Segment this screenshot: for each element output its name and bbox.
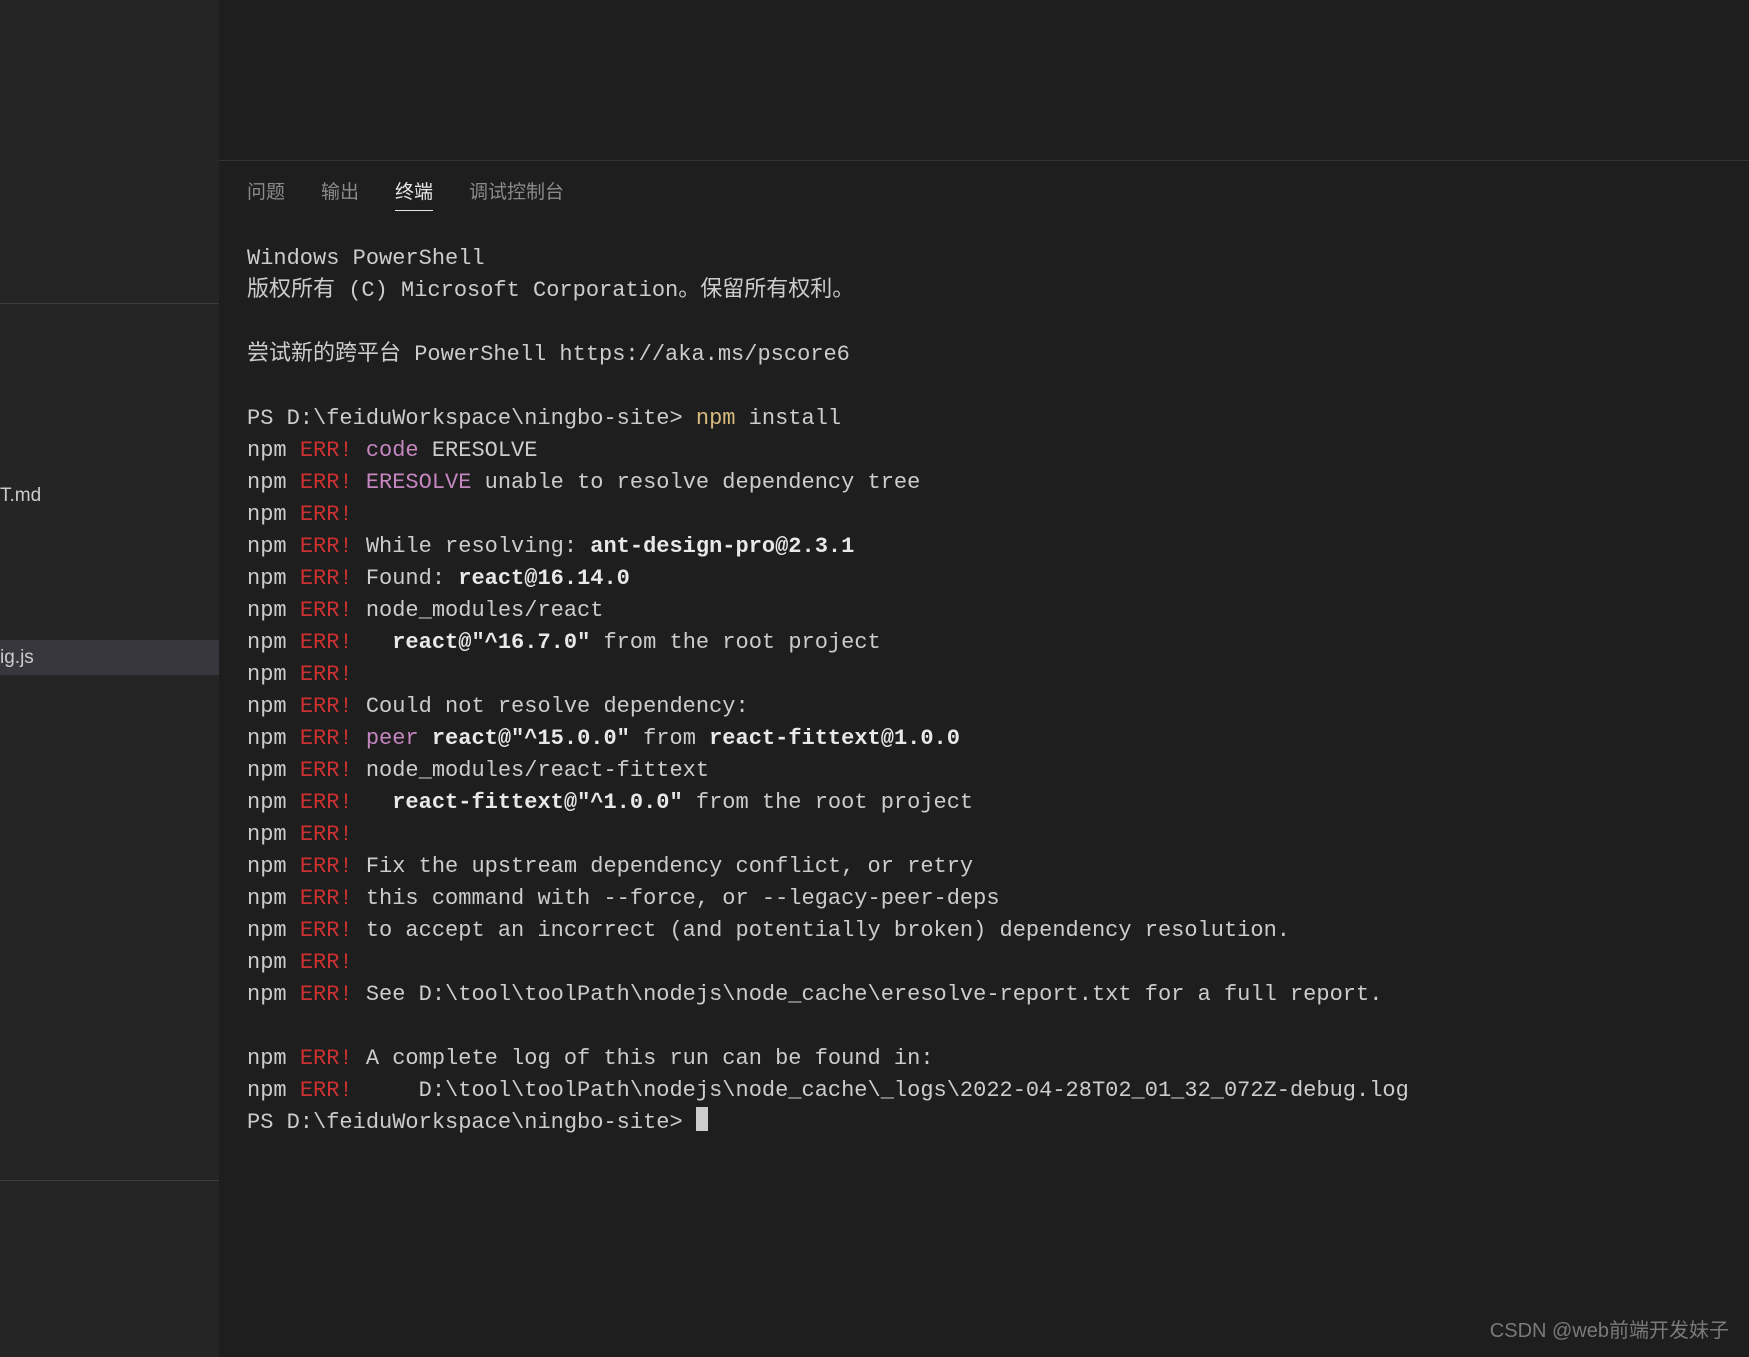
terminal-cursor[interactable] (696, 1107, 708, 1131)
terminal-text: While resolving: (353, 534, 591, 559)
npm-label: npm (247, 886, 300, 911)
terminal-text: this command with --force, or --legacy-p… (353, 886, 1000, 911)
err-label: ERR! (300, 822, 353, 847)
err-label: ERR! (300, 470, 353, 495)
terminal-command: install (735, 406, 841, 431)
npm-label: npm (247, 470, 300, 495)
err-label: ERR! (300, 694, 353, 719)
terminal-text: from the root project (590, 630, 880, 655)
npm-label: npm (247, 566, 300, 591)
npm-label: npm (247, 694, 300, 719)
err-label: ERR! (300, 566, 353, 591)
terminal-bold: react@"^16.7.0" (392, 630, 590, 655)
err-label: ERR! (300, 1078, 353, 1103)
err-label: ERR! (300, 982, 353, 1007)
npm-label: npm (247, 534, 300, 559)
sidebar-file-item[interactable]: ig.js (0, 640, 219, 675)
err-label: ERR! (300, 886, 353, 911)
npm-label: npm (247, 790, 300, 815)
err-label: ERR! (300, 438, 353, 463)
terminal-text: from the root project (683, 790, 973, 815)
terminal-line: Windows PowerShell (247, 246, 485, 271)
sidebar: T.md ig.js (0, 0, 219, 1357)
err-label: ERR! (300, 534, 353, 559)
npm-label: npm (247, 822, 300, 847)
err-label: ERR! (300, 598, 353, 623)
terminal-text: A complete log of this run can be found … (353, 1046, 934, 1071)
err-label: ERR! (300, 918, 353, 943)
terminal-text: Fix the upstream dependency conflict, or… (353, 854, 974, 879)
panel-tab[interactable]: 调试控制台 (469, 177, 564, 211)
terminal-text: ERESOLVE (419, 438, 538, 463)
terminal-text (353, 630, 393, 655)
terminal-bold: react-fittext@1.0.0 (709, 726, 960, 751)
npm-label: npm (247, 918, 300, 943)
watermark: CSDN @web前端开发妹子 (1490, 1314, 1729, 1343)
npm-label: npm (247, 982, 300, 1007)
npm-label: npm (247, 1046, 300, 1071)
terminal-prompt: PS D:\feiduWorkspace\ningbo-site> (247, 406, 696, 431)
terminal-bold: react@16.14.0 (458, 566, 630, 591)
terminal-command-hl: npm (696, 406, 736, 431)
err-label: ERR! (300, 630, 353, 655)
peer-label: peer (366, 726, 419, 751)
terminal-bold: react-fittext@"^1.0.0" (392, 790, 682, 815)
terminal-line: 版权所有 (C) Microsoft Corporation。保留所有权利。 (247, 278, 854, 303)
npm-label: npm (247, 950, 300, 975)
npm-label: npm (247, 662, 300, 687)
terminal-bold: ant-design-pro@2.3.1 (590, 534, 854, 559)
terminal-text: node_modules/react (353, 598, 604, 623)
terminal-text: from (630, 726, 709, 751)
err-label: ERR! (300, 662, 353, 687)
panel-tab[interactable]: 终端 (395, 177, 433, 211)
npm-label: npm (247, 758, 300, 783)
terminal-line: 尝试新的跨平台 PowerShell https://aka.ms/pscore… (247, 342, 850, 367)
terminal-text: Could not resolve dependency: (353, 694, 749, 719)
err-label: ERR! (300, 854, 353, 879)
terminal-text: to accept an incorrect (and potentially … (353, 918, 1290, 943)
err-label: ERR! (300, 1046, 353, 1071)
npm-label: npm (247, 502, 300, 527)
terminal-text (353, 790, 393, 815)
npm-label: npm (247, 630, 300, 655)
err-label: ERR! (300, 758, 353, 783)
err-eresolve: ERESOLVE (366, 470, 472, 495)
err-label: ERR! (300, 790, 353, 815)
terminal-text: node_modules/react-fittext (353, 758, 709, 783)
err-code: code (366, 438, 419, 463)
sidebar-divider (0, 1180, 219, 1181)
npm-label: npm (247, 438, 300, 463)
terminal-bold: react@"^15.0.0" (432, 726, 630, 751)
panel-tab[interactable]: 问题 (247, 177, 285, 211)
terminal-text: unable to resolve dependency tree (471, 470, 920, 495)
npm-label: npm (247, 1078, 300, 1103)
terminal-prompt: PS D:\feiduWorkspace\ningbo-site> (247, 1110, 696, 1135)
terminal-text: See D:\tool\toolPath\nodejs\node_cache\e… (353, 982, 1383, 1007)
npm-label: npm (247, 726, 300, 751)
terminal-text: Found: (353, 566, 459, 591)
sidebar-file-item[interactable]: T.md (0, 478, 219, 513)
npm-label: npm (247, 598, 300, 623)
panel-tabs: 问题 输出 终端 调试控制台 (219, 161, 1749, 211)
npm-label: npm (247, 854, 300, 879)
err-label: ERR! (300, 726, 353, 751)
sidebar-divider (0, 303, 219, 304)
terminal-text (353, 726, 366, 751)
err-label: ERR! (300, 950, 353, 975)
panel: 问题 输出 终端 调试控制台 Windows PowerShell 版权所有 (C) … (219, 161, 1749, 1357)
err-label: ERR! (300, 502, 353, 527)
terminal-output[interactable]: Windows PowerShell 版权所有 (C) Microsoft Co… (219, 211, 1749, 1357)
editor-area (219, 0, 1749, 161)
terminal-text: D:\tool\toolPath\nodejs\node_cache\_logs… (353, 1078, 1409, 1103)
panel-tab[interactable]: 输出 (321, 177, 359, 211)
